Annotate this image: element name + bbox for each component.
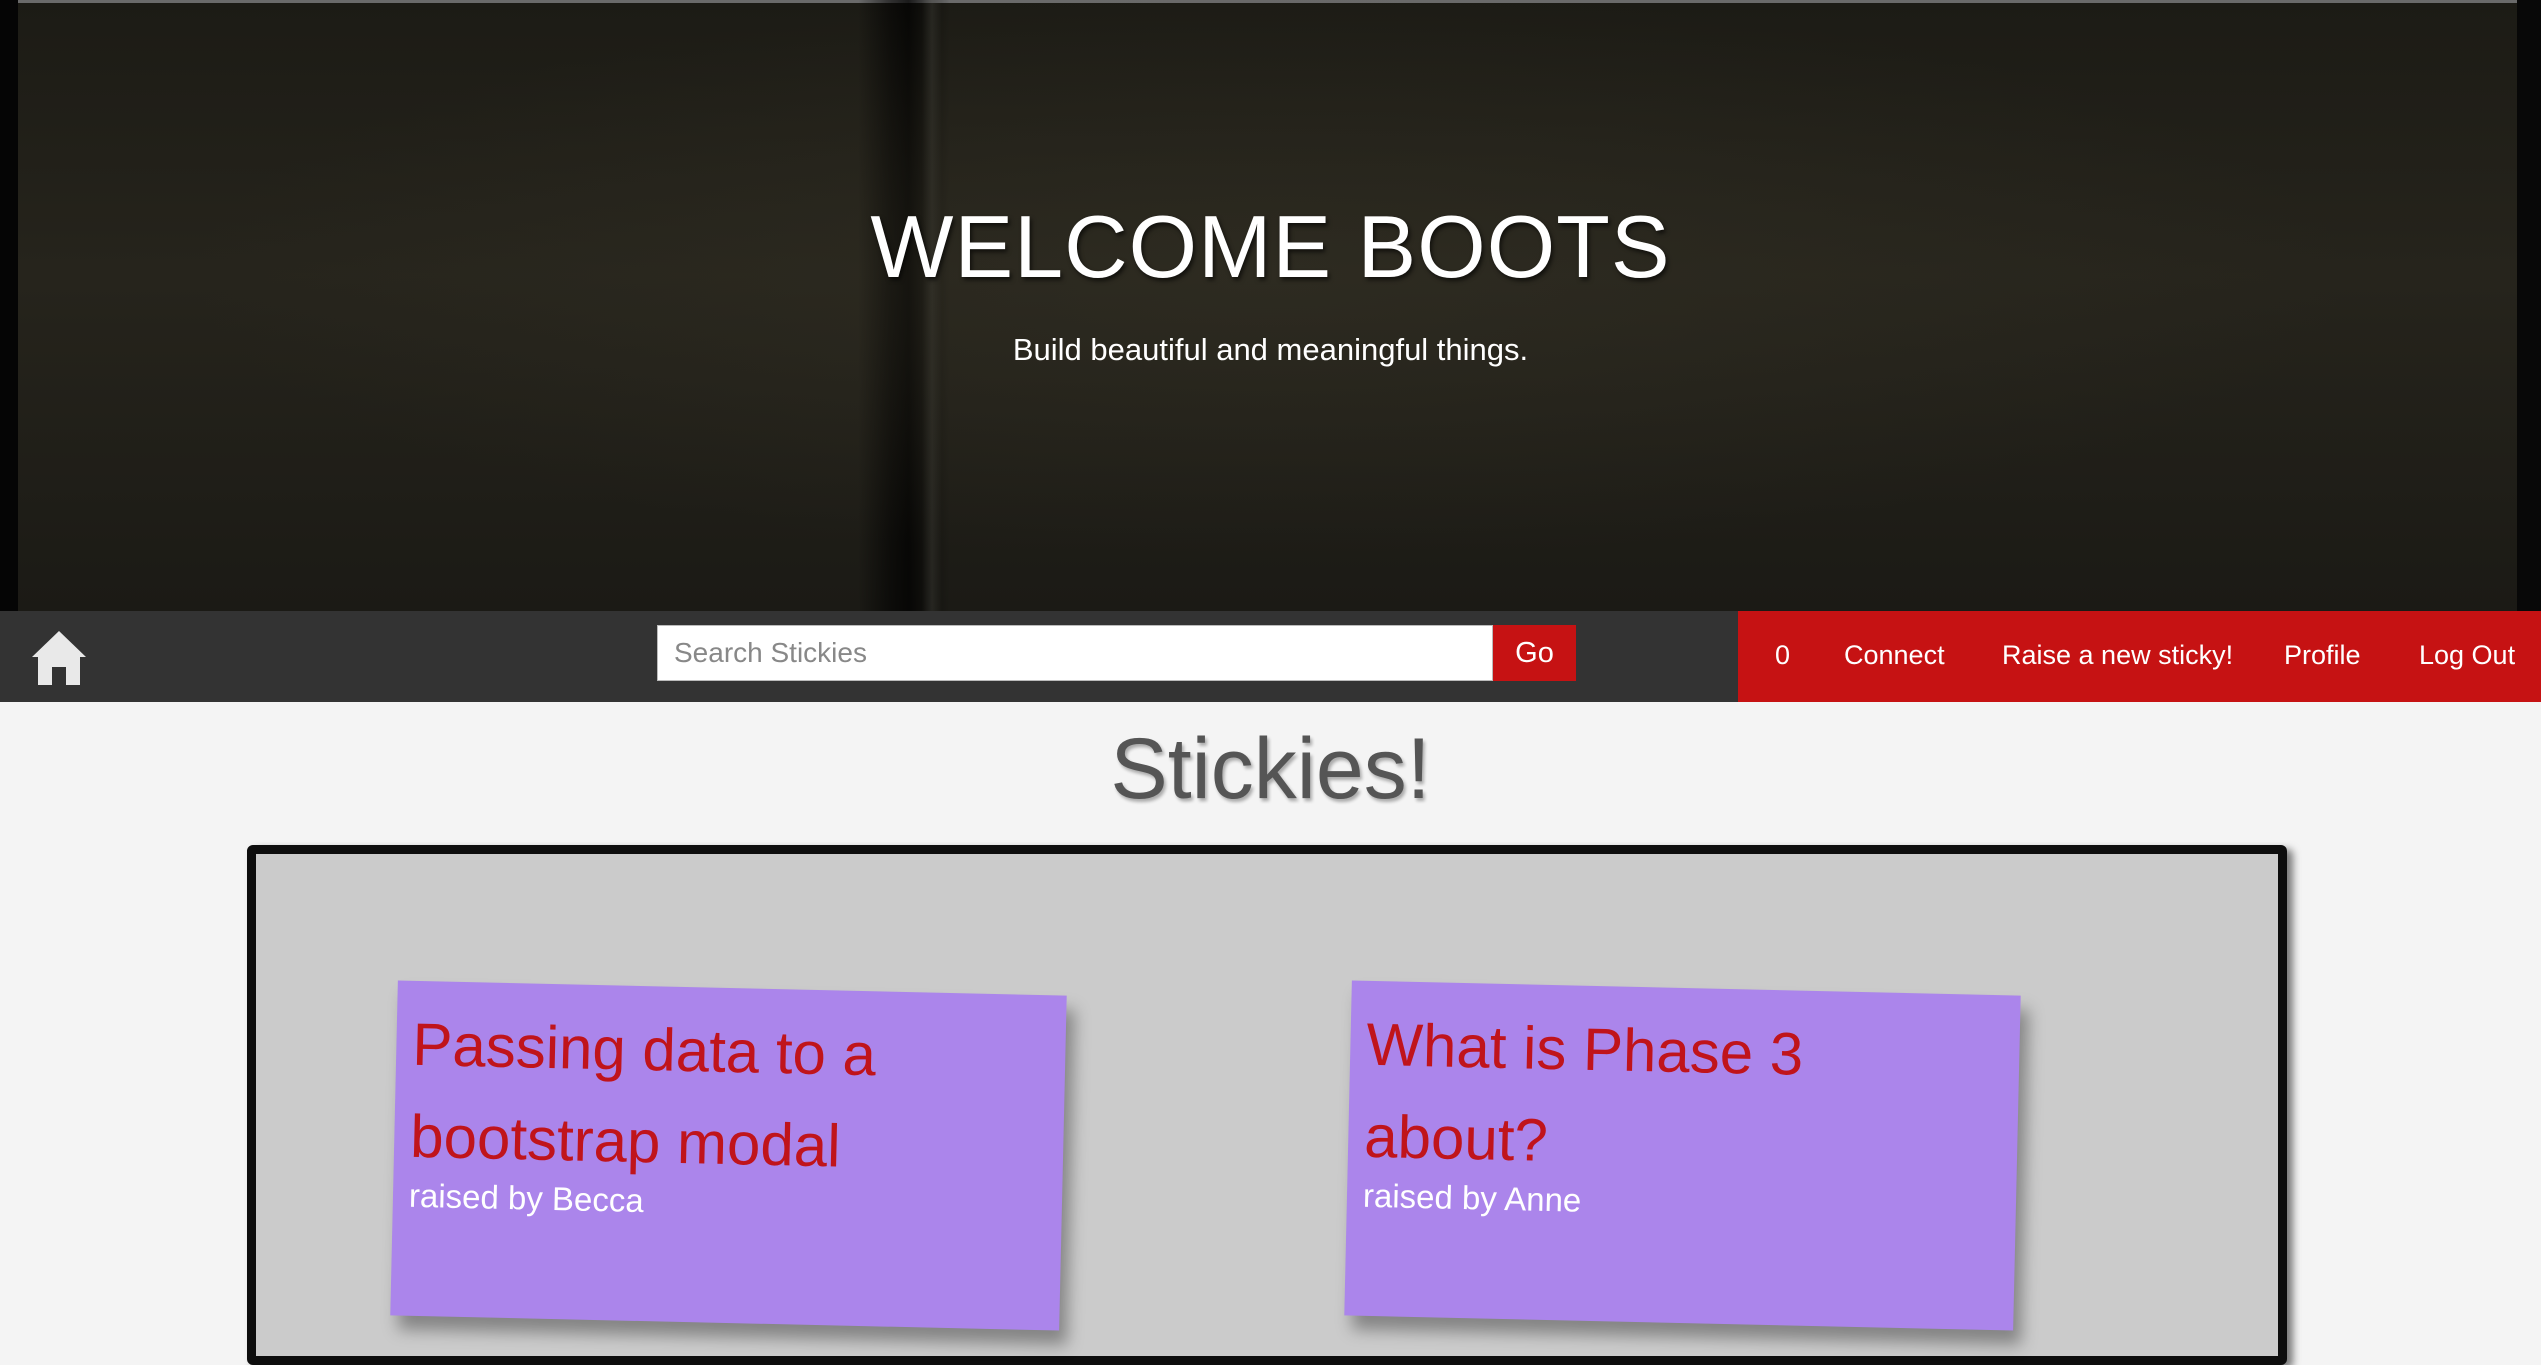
go-button[interactable]: Go [1493, 625, 1576, 681]
hero-subtitle: Build beautiful and meaningful things. [1012, 332, 1529, 367]
sticky-title: What is Phase 3 about? [1363, 1010, 1804, 1174]
sticky-card[interactable]: What is Phase 3 about? raised by Anne [1344, 980, 2021, 1331]
home-icon[interactable] [28, 627, 90, 689]
logout-link[interactable]: Log Out [2419, 640, 2515, 671]
hero-background-shade [0, 0, 2541, 611]
notification-count[interactable]: 0 [1775, 640, 1790, 671]
sticky-title: Passing data to a bootstrap modal [409, 1010, 877, 1180]
connect-link[interactable]: Connect [1844, 640, 1945, 671]
sticky-author: raised by Anne [1362, 1176, 1582, 1219]
hero-title: WELCOME BOOTS [870, 197, 1671, 296]
search-input[interactable] [657, 625, 1493, 681]
hero-banner: WELCOME BOOTS Build beautiful and meanin… [0, 0, 2541, 611]
sticky-card[interactable]: Passing data to a bootstrap modal raised… [390, 980, 1067, 1331]
profile-link[interactable]: Profile [2284, 640, 2361, 671]
page-title: Stickies! [1110, 721, 1431, 817]
navbar: Go 0 Connect Raise a new sticky! Profile… [0, 611, 2541, 702]
nav-links: 0 Connect Raise a new sticky! Profile Lo… [1738, 611, 2541, 702]
raise-sticky-link[interactable]: Raise a new sticky! [2002, 640, 2233, 671]
